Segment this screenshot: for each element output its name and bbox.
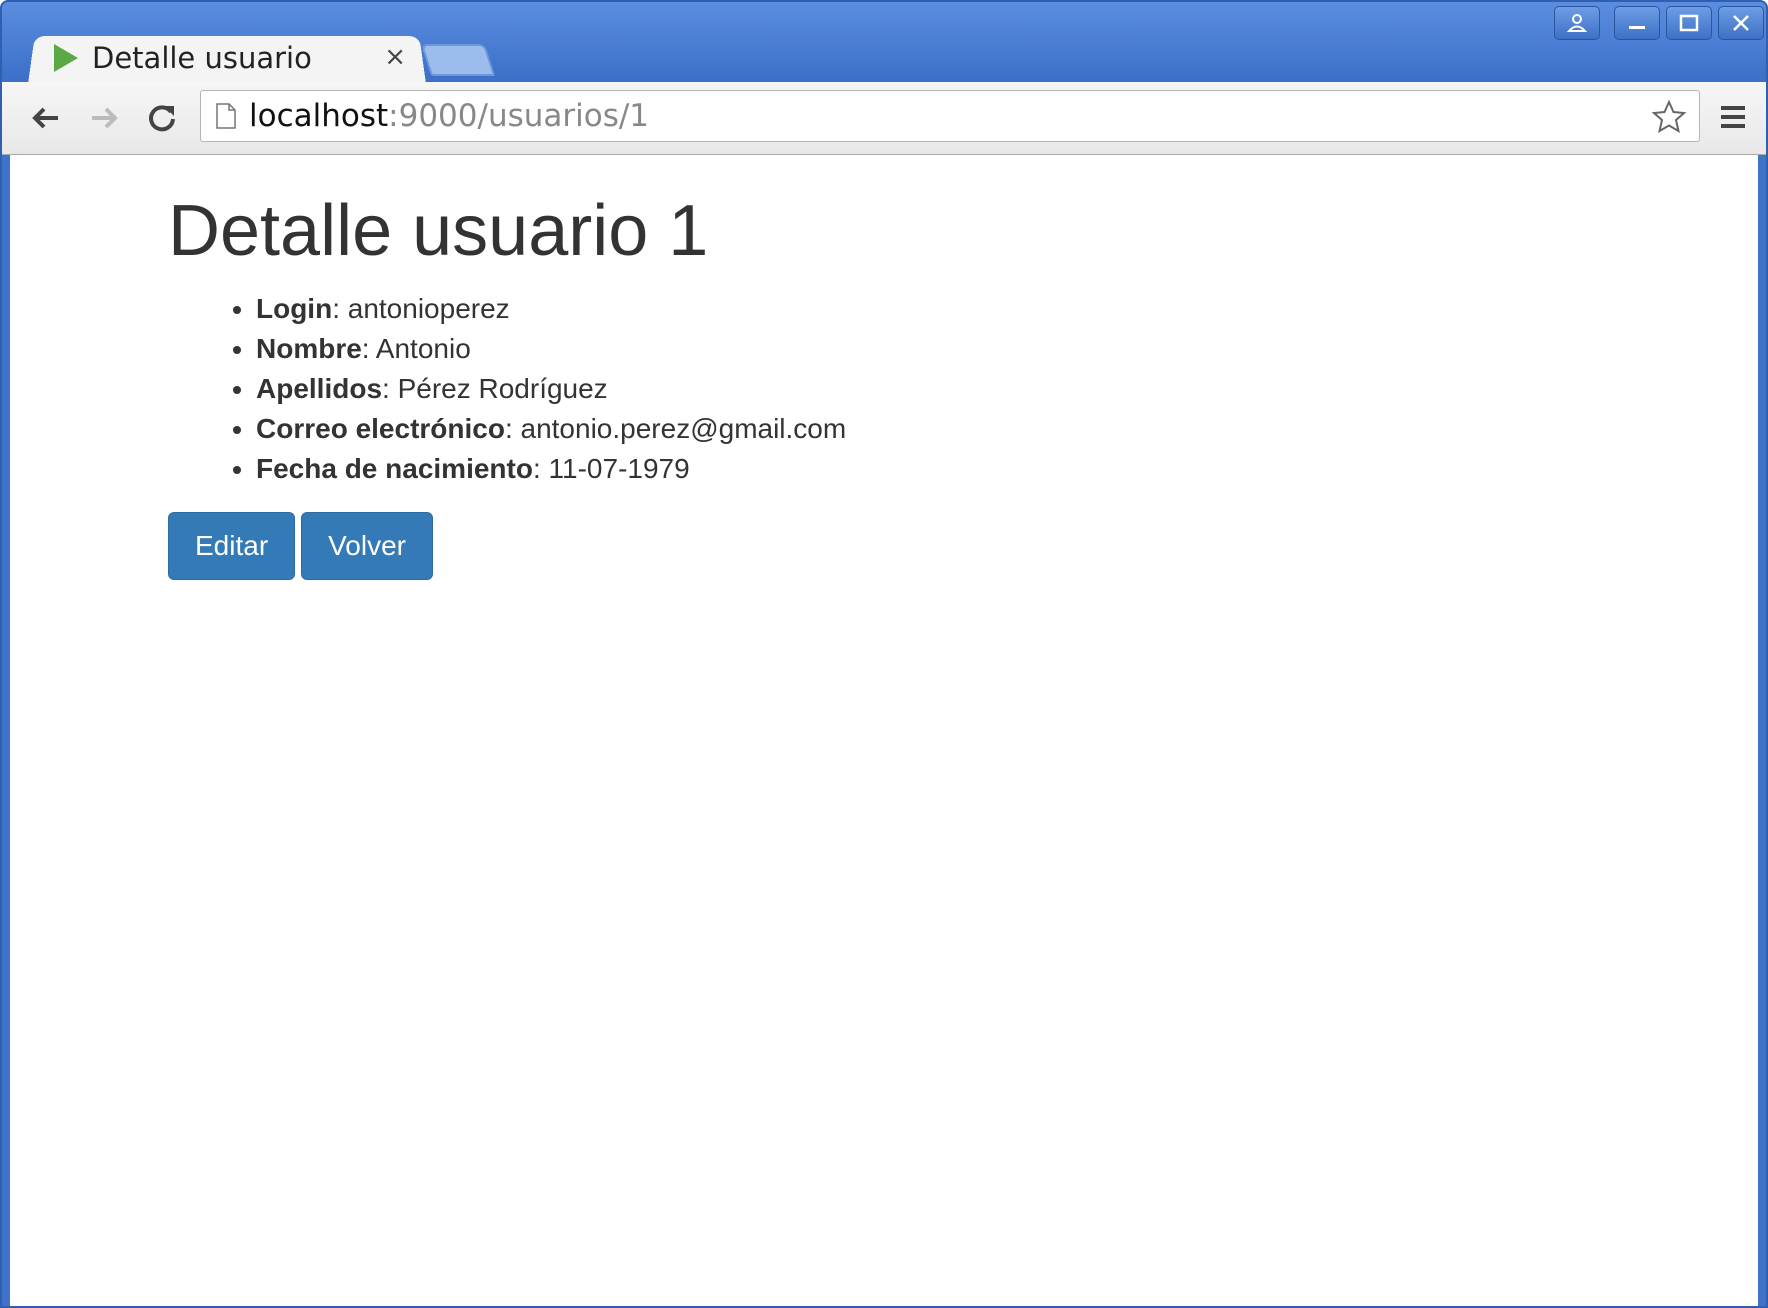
field-label: Login [256,293,333,324]
profile-button[interactable] [1554,6,1600,40]
arrow-left-icon [32,107,58,129]
address-bar[interactable]: localhost:9000/usuarios/1 [200,90,1700,142]
minimize-button[interactable] [1614,6,1660,40]
field-value: : antonio.perez@gmail.com [504,413,847,444]
browser-toolbar: localhost:9000/usuarios/1 [2,82,1766,155]
list-item: Nombre: Antonio [256,329,846,369]
tab-active[interactable]: Detalle usuario × [28,34,426,82]
field-value: : 11-07-1979 [532,453,690,484]
edit-button[interactable]: Editar [168,512,296,580]
reload-button[interactable] [140,96,184,140]
back-button-page[interactable]: Volver [301,512,433,580]
new-tab-button[interactable] [420,44,496,76]
field-label: Apellidos [256,373,383,404]
title-bar: Detalle usuario × [2,2,1766,84]
browser-window: Detalle usuario × localhost:9000/usuario… [0,0,1768,1308]
list-item: Login: antonioperez [256,289,846,329]
url-text: localhost:9000/usuarios/1 [249,98,649,134]
field-label: Fecha de nacimiento [256,453,533,484]
field-value: : antonioperez [332,293,510,324]
tab-close-icon[interactable]: × [384,42,406,72]
close-window-button[interactable] [1718,6,1764,40]
close-icon [1733,15,1749,31]
url-host: localhost [249,98,389,134]
menu-icon[interactable] [1718,102,1748,132]
list-item: Correo electrónico: antonio.perez@gmail.… [256,409,846,449]
field-label: Nombre [256,333,362,364]
page-title: Detalle usuario 1 [168,191,709,271]
tab-title: Detalle usuario [92,41,312,75]
list-item: Fecha de nacimiento: 11-07-1979 [256,449,846,489]
user-details-list: Login: antonioperez Nombre: Antonio Apel… [168,289,846,489]
user-icon [1566,14,1588,32]
arrow-right-icon [92,107,118,129]
play-favicon-icon [54,44,78,72]
field-value: : Pérez Rodríguez [382,373,608,404]
forward-button[interactable] [82,96,126,140]
list-item: Apellidos: Pérez Rodríguez [256,369,846,409]
bookmark-star-icon[interactable] [1651,99,1687,135]
maximize-button[interactable] [1666,6,1712,40]
field-label: Correo electrónico [256,413,505,444]
field-value: : Antonio [361,333,471,364]
action-buttons: Editar Volver [168,512,433,580]
url-path: :9000/usuarios/1 [388,98,650,134]
back-button[interactable] [24,96,68,140]
reload-icon [149,105,175,132]
minimize-icon [1629,26,1645,29]
maximize-icon [1679,14,1699,32]
page-viewport: Detalle usuario 1 Login: antonioperez No… [10,155,1758,1306]
page-icon [216,103,236,129]
